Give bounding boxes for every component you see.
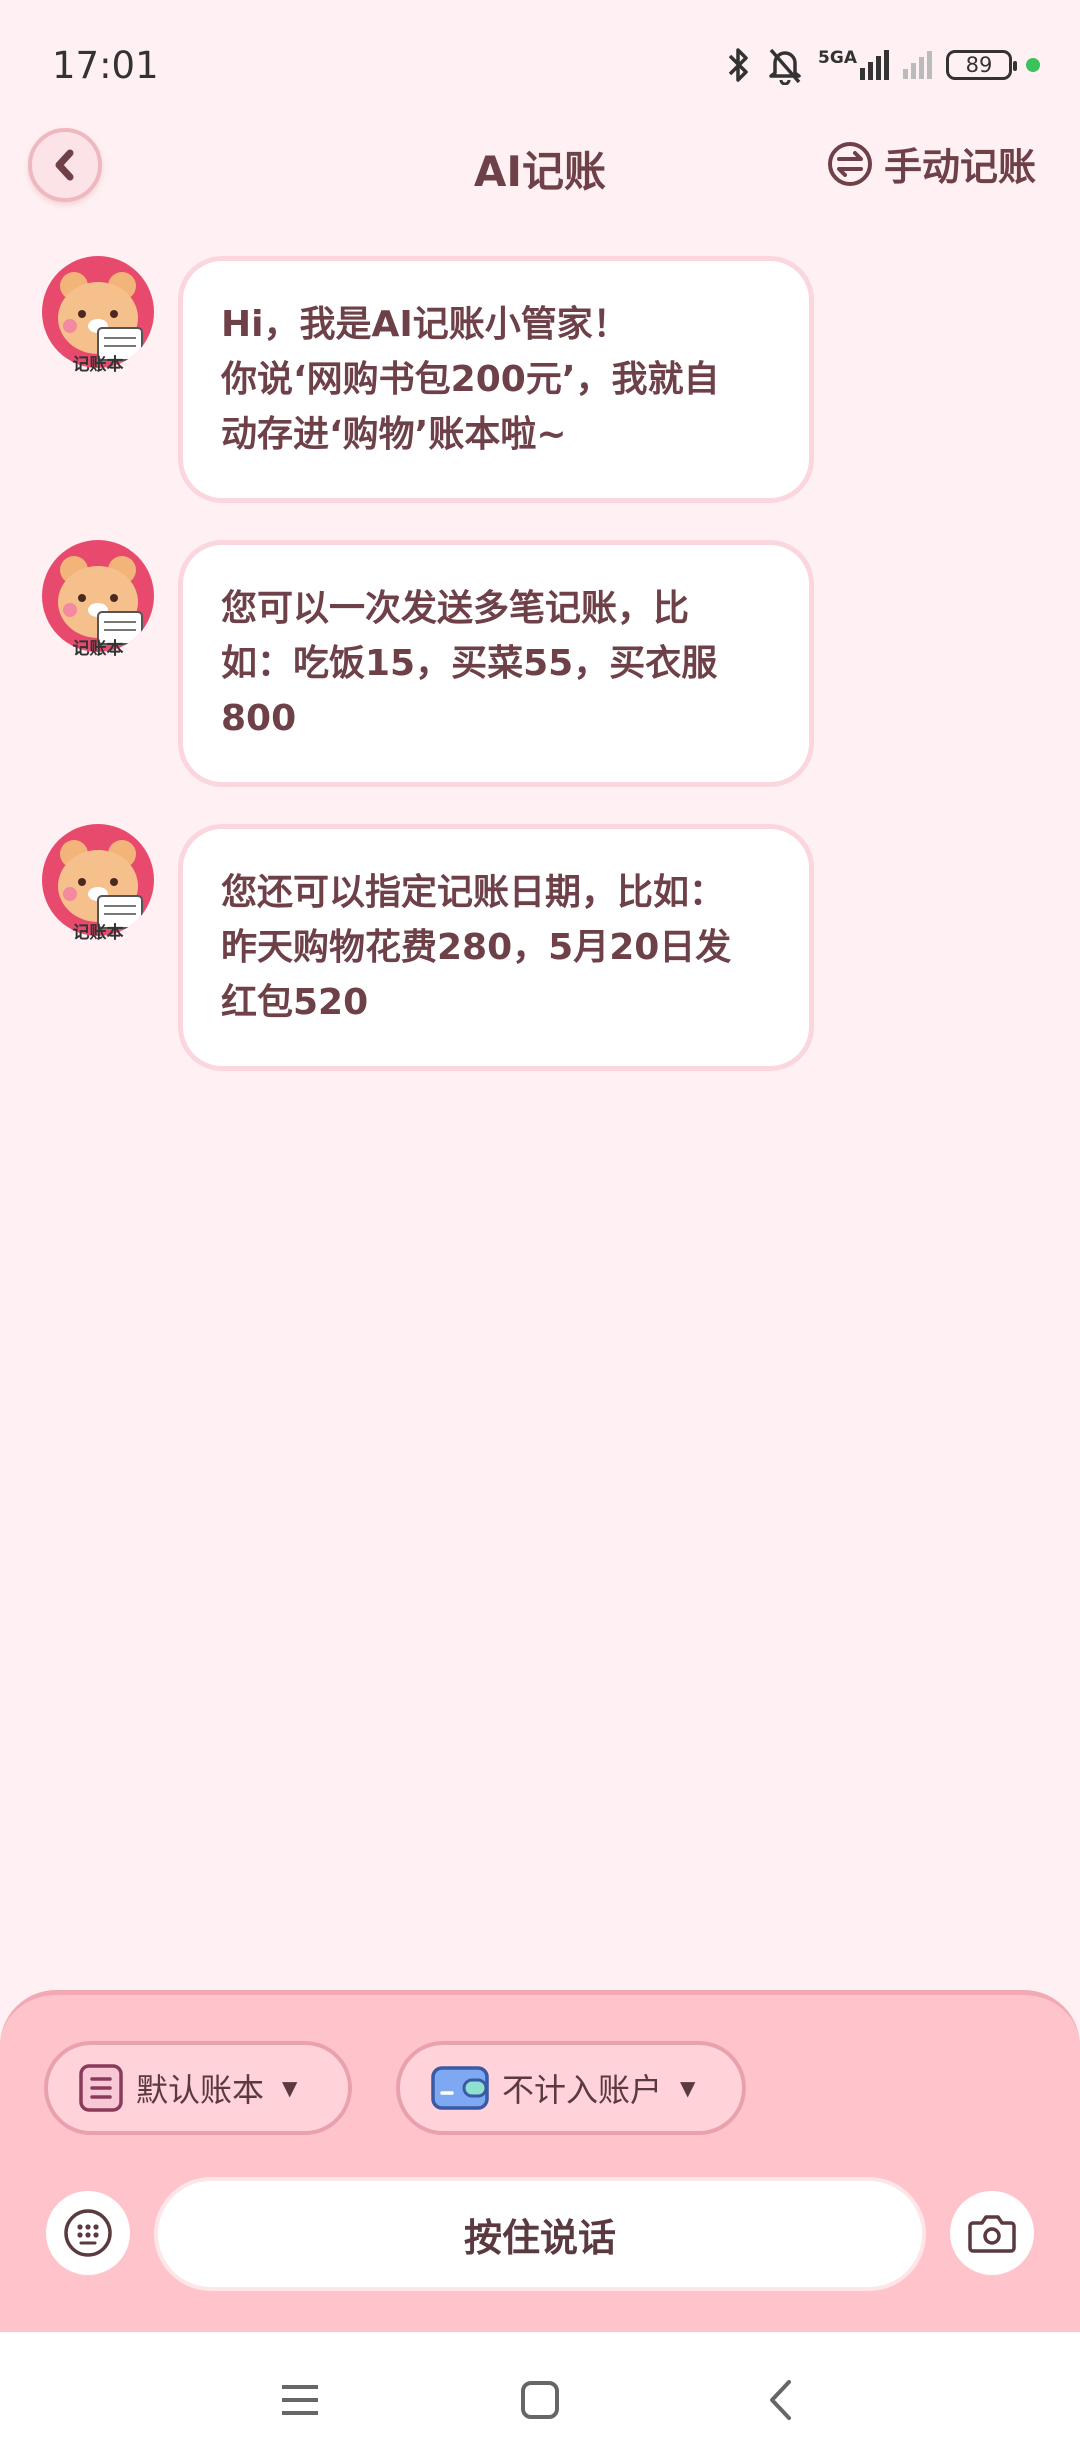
manual-entry-button[interactable]: 手动记账: [826, 136, 1036, 191]
message-line: 你说‘网购书包200元’，我就自: [221, 359, 720, 400]
chat-message: 记账本 您还可以指定记账日期，比如： 昨天购物花费280，5月20日发 红包52…: [0, 824, 1080, 1071]
message-bubble: Hi，我是AI记账小管家！ 你说‘网购书包200元’，我就自 动存进‘购物’账本…: [178, 256, 814, 503]
status-bar: 17:01 5GA 89: [0, 0, 1080, 135]
bluetooth-icon: [728, 48, 748, 82]
message-line: 您还可以指定记账日期，比如：: [221, 872, 726, 913]
message-line: 如：吃饭15，买菜55，买衣服: [221, 643, 718, 684]
system-navigation-bar: [0, 2332, 1080, 2460]
status-time: 17:01: [52, 44, 159, 87]
message-line: 昨天购物花费280，5月20日发: [221, 927, 732, 968]
exchange-icon: [827, 141, 872, 186]
chevron-left-icon: [770, 2380, 791, 2420]
status-icons: 5GA 89: [726, 42, 1040, 88]
book-selector-label: 默认账本: [136, 2071, 265, 2109]
keyboard-button[interactable]: [46, 2191, 130, 2275]
hold-to-talk-button[interactable]: 按住说话: [154, 2177, 926, 2291]
message-line: 您可以一次发送多笔记账，比: [221, 588, 690, 629]
network-label: 5GA: [818, 48, 857, 68]
menu-icon: [282, 2385, 318, 2415]
message-bubble: 您可以一次发送多笔记账，比 如：吃饭15，买菜55，买衣服 800: [178, 540, 814, 787]
header: AI记账 手动记账: [0, 122, 1080, 210]
message-line: Hi，我是AI记账小管家！: [221, 304, 629, 345]
home-button[interactable]: [512, 2372, 568, 2428]
wallet-icon: [431, 2066, 489, 2110]
mute-icon: [769, 48, 801, 85]
chat-message: 记账本 您可以一次发送多笔记账，比 如：吃饭15，买菜55，买衣服 800: [0, 540, 1080, 787]
camera-icon: [968, 2215, 1016, 2253]
notebook-icon: [79, 2064, 123, 2112]
message-line: 动存进‘购物’账本啦~: [221, 414, 567, 455]
back-nav-button[interactable]: [752, 2372, 808, 2428]
account-selector-label: 不计入账户: [502, 2071, 663, 2109]
camera-button[interactable]: [950, 2191, 1034, 2275]
wifi-icon: [903, 51, 932, 79]
message-bubble: 您还可以指定记账日期，比如： 昨天购物花费280，5月20日发 红包520: [178, 824, 814, 1071]
caret-down-icon: ▼: [282, 2076, 298, 2100]
caret-down-icon: ▼: [680, 2076, 696, 2100]
privacy-indicator: [1026, 58, 1040, 72]
keyboard-icon: [64, 2209, 112, 2257]
chat-message: 记账本 Hi，我是AI记账小管家！ 你说‘网购书包200元’，我就自 动存进‘购…: [0, 256, 1080, 503]
signal-icon: 5GA: [818, 50, 889, 80]
input-panel: 默认账本 ▼ 不计入账户 ▼ 按住说话: [0, 1990, 1080, 2332]
battery-icon: 89: [946, 50, 1017, 80]
home-square-icon: [521, 2381, 559, 2419]
message-line: 800: [221, 698, 297, 739]
menu-button[interactable]: [272, 2372, 328, 2428]
message-line: 红包520: [221, 982, 369, 1023]
book-selector[interactable]: 默认账本 ▼: [44, 2041, 352, 2135]
avatar-label: 记账本: [72, 355, 124, 375]
manual-entry-label: 手动记账: [883, 145, 1036, 189]
avatar-label: 记账本: [72, 639, 124, 659]
avatar-label: 记账本: [72, 923, 124, 943]
account-selector[interactable]: 不计入账户 ▼: [396, 2041, 746, 2135]
